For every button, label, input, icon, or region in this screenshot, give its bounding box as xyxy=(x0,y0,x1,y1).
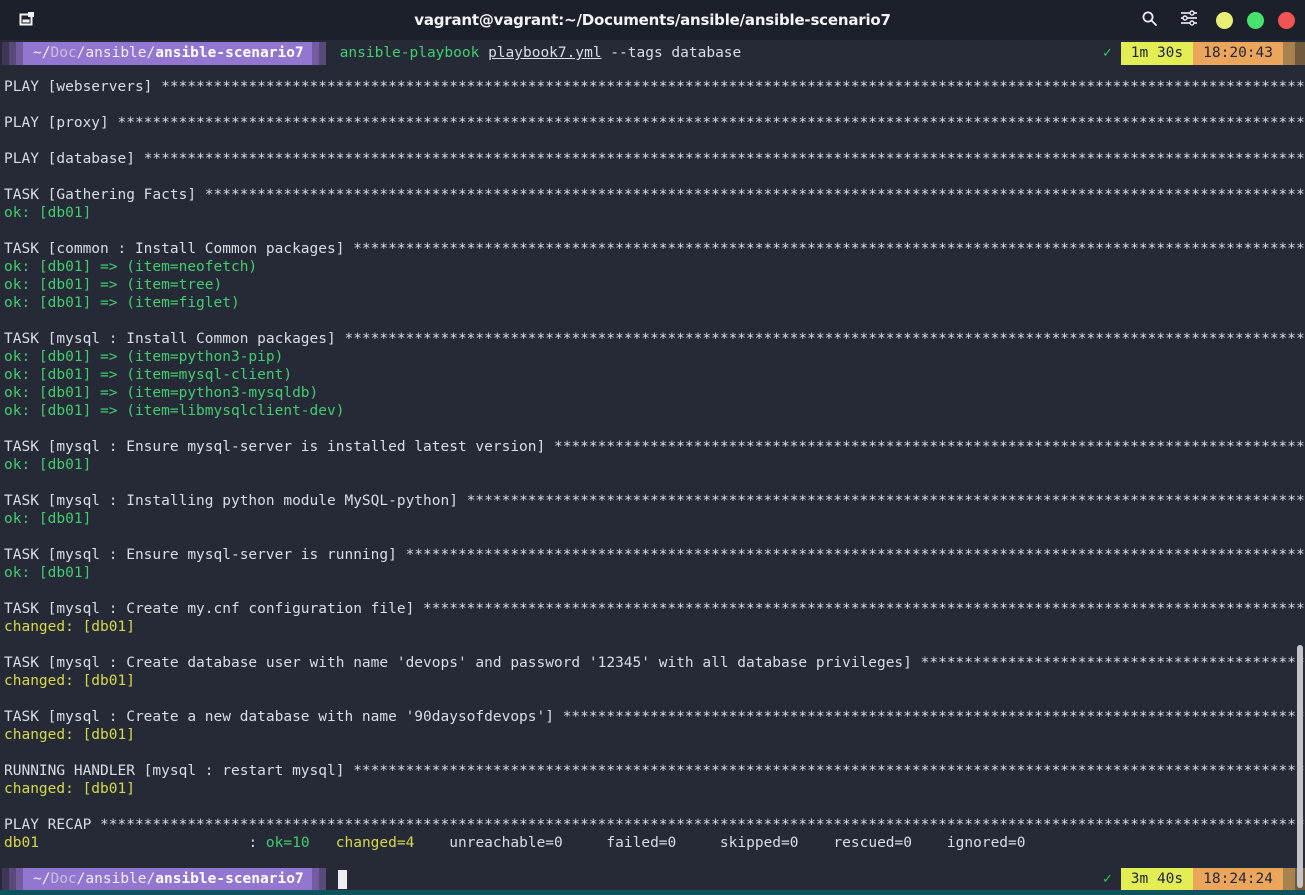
terminal-line: changed: [db01] xyxy=(4,780,1305,798)
terminal-line xyxy=(4,96,1305,114)
terminal-line xyxy=(4,744,1305,762)
terminal-line: TASK [mysql : Installing python module M… xyxy=(4,492,1305,510)
current-directory: ~/Doc/ansible/ansible-scenario7 xyxy=(23,868,312,891)
prompt-status-bottom: ✓ 3m 40s 18:24:24 xyxy=(1094,868,1305,891)
time-badge: 18:24:24 xyxy=(1193,868,1283,891)
terminal-window: vagrant@vagrant:~/Documents/ansible/ansi… xyxy=(0,0,1305,895)
terminal-line xyxy=(4,636,1305,654)
duration-badge: 1m 30s xyxy=(1121,42,1193,65)
path-part: ~/ xyxy=(33,871,50,887)
terminal-line: ok: [db01] xyxy=(4,456,1305,474)
current-directory: ~/Doc/ansible/ansible-scenario7 xyxy=(23,42,312,65)
terminal-line xyxy=(4,474,1305,492)
terminal-line: RUNNING HANDLER [mysql : restart mysql] … xyxy=(4,762,1305,780)
terminal-line: ok: [db01] => (item=python3-mysqldb) xyxy=(4,384,1305,402)
sliders-menu-icon xyxy=(1180,10,1198,30)
success-check-icon: ✓ xyxy=(1094,42,1121,65)
terminal-line: TASK [Gathering Facts] *****************… xyxy=(4,186,1305,204)
terminal-line xyxy=(4,798,1305,816)
prompt-line-bottom: ~/Doc/ansible/ansible-scenario7 ✓ 3m 40s… xyxy=(0,868,1305,890)
path-part: ansible-scenario7 xyxy=(155,45,303,61)
prompt-line-top: ~/Doc/ansible/ansible-scenario7 ansible-… xyxy=(0,40,1305,66)
menu-button[interactable] xyxy=(1176,7,1202,33)
scrollbar-thumb[interactable] xyxy=(1297,645,1303,888)
command-token xyxy=(479,45,488,61)
terminal-cursor[interactable] xyxy=(338,870,347,889)
time-badge: 18:20:43 xyxy=(1193,42,1283,65)
terminal-line xyxy=(4,312,1305,330)
terminal-line: TASK [common : Install Common packages] … xyxy=(4,240,1305,258)
minimize-button[interactable] xyxy=(1216,12,1233,29)
command-arg-file: playbook7.yml xyxy=(488,45,602,61)
terminal-line: ok: [db01] xyxy=(4,204,1305,222)
search-button[interactable] xyxy=(1136,7,1162,33)
prompt-status-top: ✓ 1m 30s 18:20:43 xyxy=(1094,42,1305,65)
terminal-line: TASK [mysql : Create my.cnf configuratio… xyxy=(4,600,1305,618)
maximize-button[interactable] xyxy=(1247,12,1264,29)
terminal-line: ok: [db01] => (item=libmysqlclient-dev) xyxy=(4,402,1305,420)
terminal-output[interactable]: PLAY [webservers] **********************… xyxy=(0,66,1305,868)
terminal-line: TASK [mysql : Ensure mysql-server is run… xyxy=(4,546,1305,564)
path-part: /ansible/ xyxy=(77,45,156,61)
terminal-line: ok: [db01] => (item=figlet) xyxy=(4,294,1305,312)
terminal-line: ok: [db01] => (item=neofetch) xyxy=(4,258,1305,276)
terminal-line xyxy=(4,222,1305,240)
terminal-line: PLAY [webservers] **********************… xyxy=(4,78,1305,96)
terminal-line: db01 : ok=10 changed=4 unreachable=0 fai… xyxy=(4,834,1305,852)
path-part: /ansible/ xyxy=(77,871,156,887)
terminal-line xyxy=(4,168,1305,186)
terminal-line: TASK [mysql : Ensure mysql-server is ins… xyxy=(4,438,1305,456)
terminal-line: PLAY RECAP *****************************… xyxy=(4,816,1305,834)
terminal-line xyxy=(4,420,1305,438)
terminal-line xyxy=(4,690,1305,708)
terminal-line xyxy=(4,582,1305,600)
terminal-line: ok: [db01] xyxy=(4,510,1305,528)
bottom-edge-strip xyxy=(0,890,1305,895)
terminal-line: TASK [mysql : Install Common packages] *… xyxy=(4,330,1305,348)
terminal-line: TASK [mysql : Create a new database with… xyxy=(4,708,1305,726)
command-text: ansible-playbook playbook7.yml --tags da… xyxy=(340,45,742,61)
terminal-line: ok: [db01] => (item=mysql-client) xyxy=(4,366,1305,384)
terminal-line: changed: [db01] xyxy=(4,672,1305,690)
terminal-line: ok: [db01] => (item=python3-pip) xyxy=(4,348,1305,366)
terminal-line: TASK [mysql : Create database user with … xyxy=(4,654,1305,672)
terminal-line xyxy=(4,852,1305,868)
terminal-line: ok: [db01] => (item=tree) xyxy=(4,276,1305,294)
terminal-line: PLAY [database] ************************… xyxy=(4,150,1305,168)
powerline-path-segment: ~/Doc/ansible/ansible-scenario7 xyxy=(2,42,326,65)
duration-badge: 3m 40s xyxy=(1121,868,1193,891)
command-token: ansible-playbook xyxy=(340,45,480,61)
path-part: Doc xyxy=(50,871,76,887)
command-token: --tags database xyxy=(602,45,742,61)
path-part: ~/ xyxy=(33,45,50,61)
path-part: Doc xyxy=(50,45,76,61)
terminal-line: PLAY [proxy] ***************************… xyxy=(4,114,1305,132)
titlebar: vagrant@vagrant:~/Documents/ansible/ansi… xyxy=(0,0,1305,40)
powerline-path-segment: ~/Doc/ansible/ansible-scenario7 xyxy=(2,868,326,891)
terminal-line xyxy=(4,132,1305,150)
terminal-line: changed: [db01] xyxy=(4,726,1305,744)
search-icon xyxy=(1141,10,1158,31)
terminal-line: ok: [db01] xyxy=(4,564,1305,582)
close-button[interactable] xyxy=(1278,12,1295,29)
window-title: vagrant@vagrant:~/Documents/ansible/ansi… xyxy=(0,11,1305,29)
terminal-line xyxy=(4,528,1305,546)
path-part: ansible-scenario7 xyxy=(155,871,303,887)
terminal-line: changed: [db01] xyxy=(4,618,1305,636)
success-check-icon: ✓ xyxy=(1094,868,1121,891)
